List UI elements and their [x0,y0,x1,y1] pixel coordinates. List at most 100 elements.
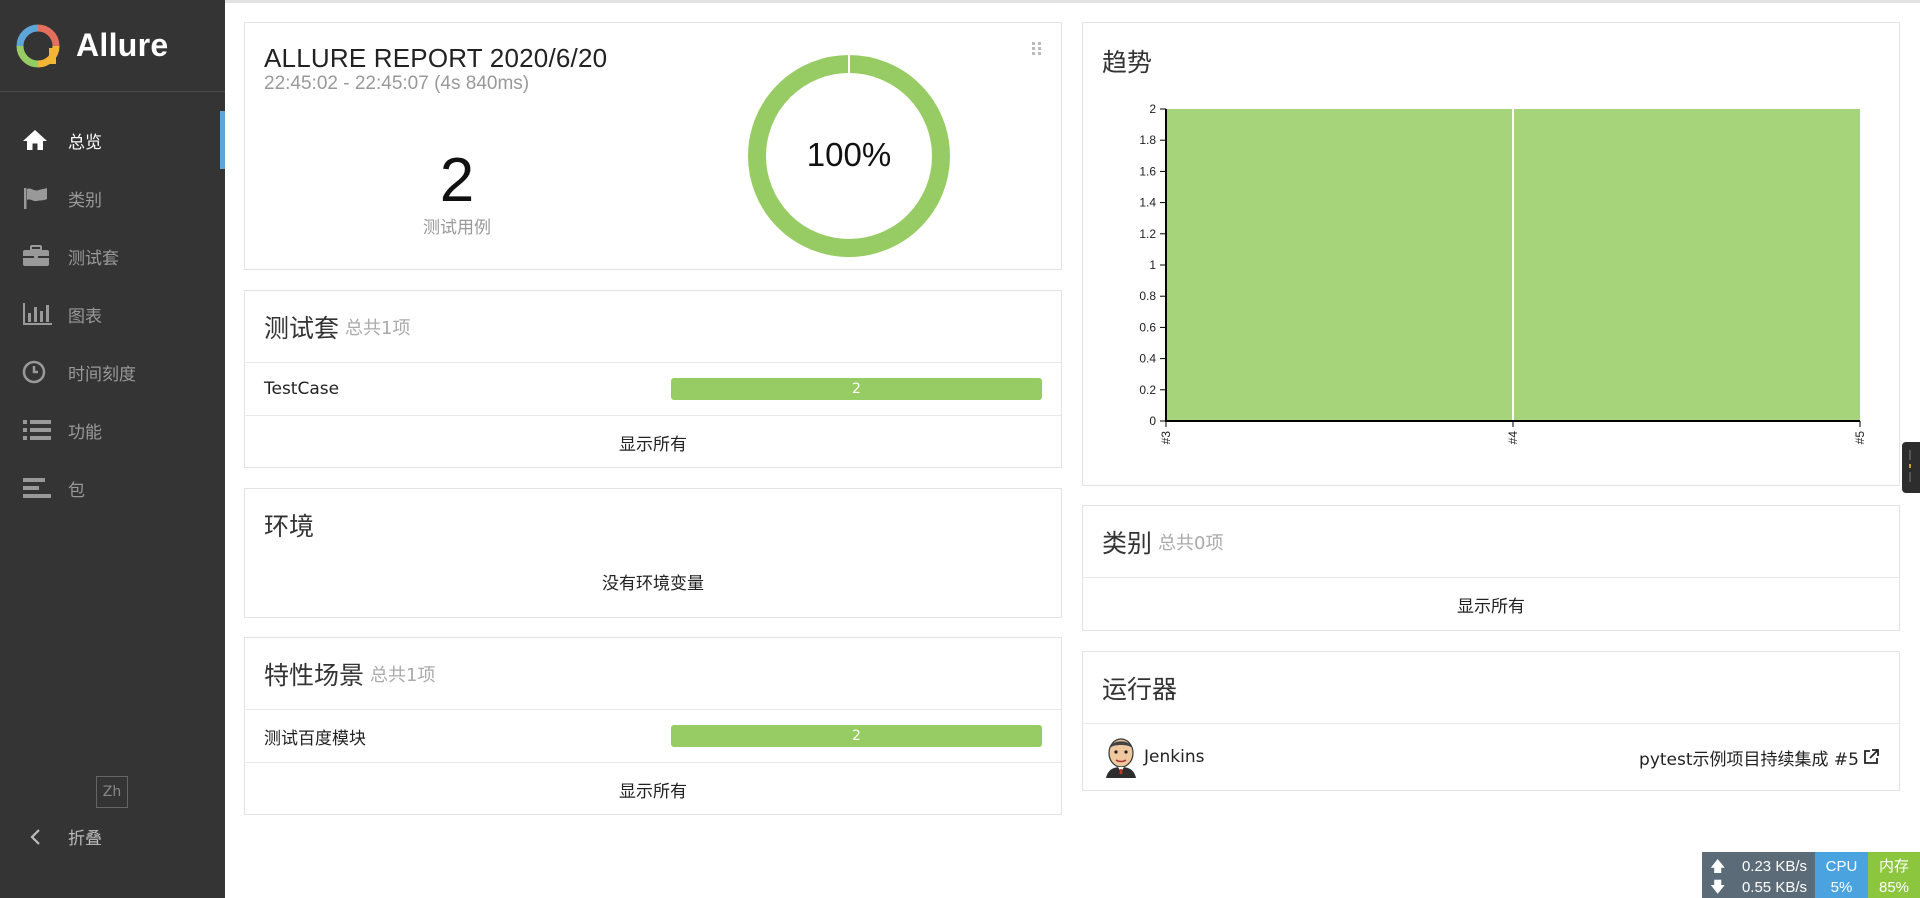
trend-widget: 趋势 0 0.2 0.4 0.6 0.8 1 1.2 1.4 1.6 1.8 2 #3 #4 #5 [1082,22,1900,486]
download-arrow-icon: 🡇 [1710,879,1726,896]
suite-name: TestCase [264,379,340,399]
executor-build-label: pytest示例项目持续集成 #5 [1639,749,1859,770]
home-icon [22,128,52,152]
trend-y-tick-label: 1 [1149,258,1156,272]
report-time-range: 22:45:02 - 22:45:07 (4s 840ms) [264,73,530,94]
trend-x-tick-label: #4 [1506,431,1520,445]
memory-value: 85% [1878,879,1910,896]
sidebar-item-suites[interactable]: 测试套 [0,227,225,285]
download-speed: 0.55 KB/s [1741,879,1807,896]
environment-header: 环境 [245,489,1061,561]
categories-header: 类别 总共0项 [1083,506,1899,578]
summary-widget: ALLURE REPORT 2020/6/20 22:45:02 - 22:45… [244,22,1062,270]
suites-total: 总共1项 [345,317,411,339]
environment-title: 环境 [264,512,315,541]
list-icon [22,418,52,442]
pass-rate-donut: 100% [748,53,950,257]
executor-build-link[interactable]: pytest示例项目持续集成 #5 [1639,745,1880,770]
trend-x-tick-label: #3 [1159,431,1173,445]
suites-header: 测试套 总共1项 [245,291,1061,363]
allure-logo-icon [16,24,60,67]
sidebar-item-behaviors[interactable]: 功能 [0,401,225,459]
sidebar: Allure 总览 类别 测试套 图表 时间刻度 功能 包 Zh 折叠 [0,0,225,898]
trend-y-tick-label: 1.8 [1139,133,1156,147]
trend-y-tick-label: 1.6 [1139,164,1156,178]
features-title: 特性场景 [264,660,365,690]
language-switch[interactable]: Zh [96,776,128,808]
pass-rate-label: 100% [807,136,891,173]
brand-name: Allure [76,27,169,63]
feature-name: 测试百度模块 [264,728,366,749]
flag-icon [22,186,52,210]
features-show-all-link[interactable]: 显示所有 [245,763,1061,815]
sidebar-item-label: 图表 [68,306,102,327]
suite-row[interactable]: TestCase 2 [245,363,1061,416]
sidebar-item-label: 测试套 [68,248,119,269]
trend-y-tick-label: 0.6 [1139,320,1156,334]
collapse-button[interactable]: 折叠 [26,824,102,849]
external-link-icon [1864,749,1879,764]
sidebar-item-label: 类别 [68,190,102,211]
categories-title: 类别 [1102,528,1153,558]
trend-area-segment [1166,109,1513,421]
trend-chart: 0 0.2 0.4 0.6 0.8 1 1.2 1.4 1.6 1.8 2 #3 #4 #5 [1139,102,1867,445]
sidebar-item-timeline[interactable]: 时间刻度 [0,343,225,401]
executors-widget: 运行器 Jenkins pytest示例项目持续集成 #5 [1082,651,1900,791]
sidebar-item-graphs[interactable]: 图表 [0,285,225,343]
trend-y-tick-label: 0.4 [1139,352,1156,366]
report-title: ALLURE REPORT 2020/6/20 [264,43,608,73]
environment-widget: 环境 没有环境变量 [244,488,1062,618]
top-border [225,0,1920,3]
sidebar-item-label: 包 [68,480,85,501]
feature-row[interactable]: 测试百度模块 2 [245,710,1061,763]
executor-name: Jenkins [1144,747,1205,767]
sidebar-item-overview[interactable]: 总览 [0,111,225,169]
sidebar-nav: 总览 类别 测试套 图表 时间刻度 功能 包 [0,111,225,517]
suite-status-bar: 2 [671,378,1042,400]
trend-y-tick-label: 1.2 [1139,227,1156,241]
trend-y-tick-label: 0.2 [1139,383,1156,397]
handle-grip-icon [1909,450,1911,482]
collapse-label: 折叠 [68,829,102,849]
upload-speed: 0.23 KB/s [1741,858,1807,875]
trend-y-tick-label: 0.8 [1139,289,1156,303]
trend-y-tick-label: 0 [1149,414,1156,428]
sidebar-item-packages[interactable]: 包 [0,459,225,517]
features-total: 总共1项 [370,664,436,686]
system-monitor: 🡅 0.23 KB/s 🡇 0.55 KB/s CPU 5% 内存 85% [1702,852,1920,898]
suites-widget: 测试套 总共1项 TestCase 2 显示所有 [244,290,1062,468]
categories-total: 总共0项 [1158,532,1224,554]
upload-arrow-icon: 🡅 [1710,858,1726,875]
align-left-icon [22,476,52,500]
brand[interactable]: Allure [0,0,225,92]
side-panel-handle[interactable] [1902,442,1920,493]
jenkins-avatar-icon [1106,738,1136,778]
test-count-label: 测试用例 [423,218,491,238]
executors-header: 运行器 [1083,652,1899,724]
categories-widget: 类别 总共0项 显示所有 [1082,505,1900,631]
memory-label: 内存 [1878,858,1909,875]
drag-handle-icon[interactable] [1031,41,1043,57]
trend-x-tick-label: #5 [1853,431,1867,445]
cpu-value: 5% [1830,879,1853,896]
sidebar-item-label: 时间刻度 [68,364,136,385]
chevron-left-icon [30,828,40,845]
network-speed: 🡅 0.23 KB/s 🡇 0.55 KB/s [1702,852,1815,898]
clock-icon [22,360,52,384]
memory-usage: 内存 85% [1868,852,1920,898]
trend-area-segment [1513,109,1860,421]
feature-status-bar: 2 [671,725,1042,747]
trend-y-tick-label: 2 [1149,102,1156,116]
bar-chart-icon [22,302,52,326]
sidebar-item-categories[interactable]: 类别 [0,169,225,227]
features-widget: 特性场景 总共1项 测试百度模块 2 显示所有 [244,637,1062,815]
sidebar-item-label: 功能 [68,422,102,443]
categories-show-all-link[interactable]: 显示所有 [1083,578,1899,630]
cpu-label: CPU [1825,858,1858,875]
sidebar-item-label: 总览 [68,132,102,153]
briefcase-icon [22,244,52,268]
trend-y-tick-label: 1.4 [1139,196,1156,210]
cpu-usage: CPU 5% [1815,852,1868,898]
suites-show-all-link[interactable]: 显示所有 [245,416,1061,468]
suites-title: 测试套 [264,313,340,343]
